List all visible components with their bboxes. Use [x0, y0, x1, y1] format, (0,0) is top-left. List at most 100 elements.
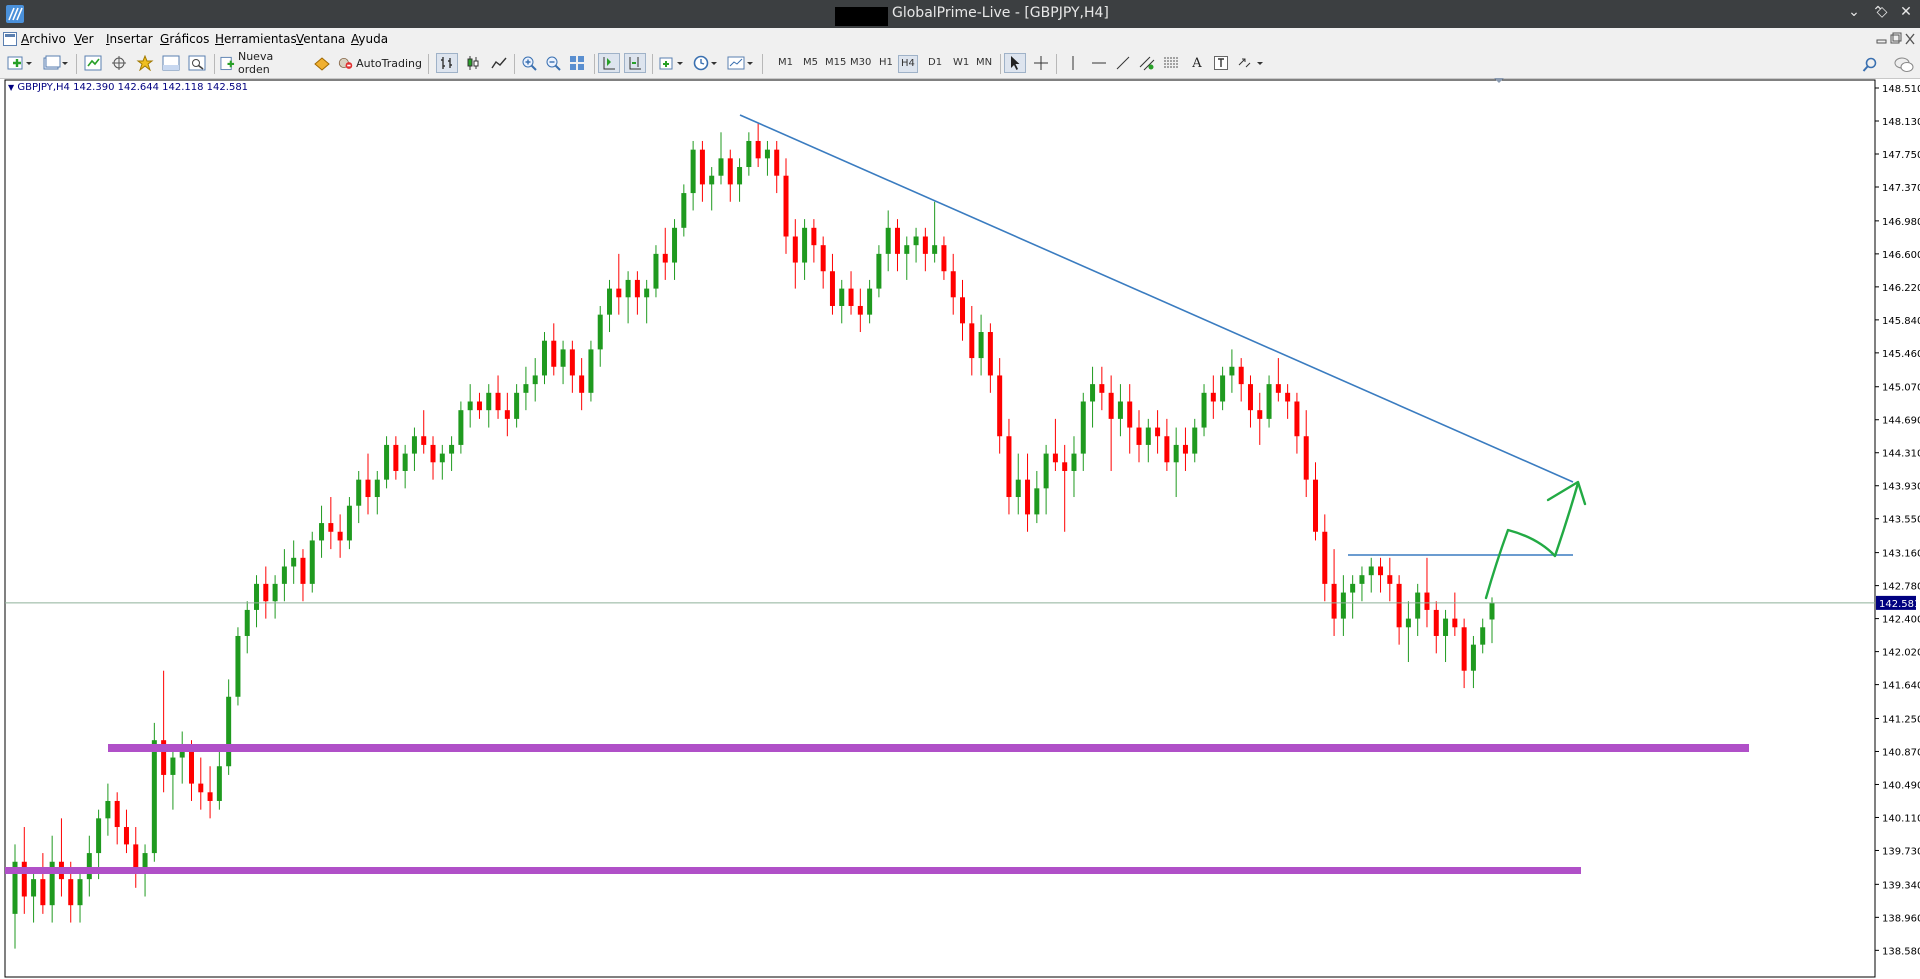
candle [346, 497, 352, 550]
metaeditor-button[interactable] [310, 53, 334, 73]
candlestick-chart-button[interactable] [462, 53, 484, 73]
candle [216, 748, 222, 810]
candle-body [1452, 618, 1458, 628]
timeframe-d1[interactable]: D1 [926, 55, 944, 71]
strategy-tester-button[interactable] [186, 53, 208, 73]
candle [1470, 635, 1476, 689]
candle-body [904, 245, 910, 254]
market-watch-button[interactable] [82, 53, 104, 73]
cursor-tool-button[interactable] [1004, 53, 1026, 73]
bar-chart-button[interactable] [436, 53, 458, 73]
timeframe-mn[interactable]: MN [974, 55, 994, 71]
menu-ver[interactable]: Ver [74, 32, 94, 46]
descending-trendline[interactable] [739, 114, 1574, 483]
candle-body [1192, 427, 1198, 454]
autotrading-button[interactable]: AutoTrading [338, 53, 422, 73]
candle [616, 253, 622, 315]
text-tool[interactable]: A [1186, 53, 1208, 73]
candle [12, 844, 18, 949]
price-chart[interactable]: 148.510 148.130 147.750 147.370 146.980 146.6… [0, 78, 1920, 979]
candle [997, 358, 1003, 454]
timeframe-h1[interactable]: H1 [877, 55, 895, 71]
new-chart-button[interactable] [6, 53, 34, 73]
vertical-line-tool[interactable] [1062, 53, 1084, 73]
candle [161, 670, 167, 793]
chart-shift-button[interactable] [624, 53, 646, 73]
chat-icon[interactable] [1894, 57, 1914, 73]
candle-body [1257, 410, 1263, 419]
new-order-button[interactable]: Nueva orden [220, 50, 304, 76]
timeframe-m30[interactable]: M30 [848, 55, 873, 71]
profiles-button[interactable] [42, 53, 70, 73]
window-title-bar[interactable]: GlobalPrime-Live - [GBPJPY,H4] ⌄ ⌃ ◇ ✕ [0, 0, 1920, 28]
candle-body [1303, 436, 1309, 480]
candle-body [997, 375, 1003, 437]
candle [1350, 575, 1356, 619]
templates-button[interactable] [726, 53, 756, 73]
zoom-in-icon [522, 56, 537, 71]
candle [932, 201, 938, 263]
candle-body [1099, 384, 1105, 393]
timeframe-m1[interactable]: M1 [776, 55, 795, 71]
horizontal-line-tool[interactable] [1088, 53, 1110, 73]
autoscroll-button[interactable] [598, 53, 620, 73]
equidistant-channel-tool[interactable] [1136, 53, 1158, 73]
chart-window-icon[interactable] [3, 32, 17, 46]
menu-insertar[interactable]: Insertar [106, 32, 153, 46]
candle-body [430, 444, 436, 463]
candle [170, 748, 176, 810]
line-chart-button[interactable] [488, 53, 510, 73]
candle-body [746, 140, 752, 168]
candle-body [365, 479, 371, 498]
navigator-button[interactable] [134, 53, 156, 73]
candle [1229, 349, 1235, 393]
projection-arrow[interactable] [1484, 481, 1580, 600]
indicators-button[interactable] [658, 53, 686, 73]
menu-herramientas[interactable]: Herramientas [215, 32, 297, 46]
text-label-tool[interactable] [1210, 53, 1232, 73]
timeframe-m15[interactable]: M15 [823, 55, 848, 71]
timeframe-h4[interactable]: H4 [898, 55, 918, 73]
candle-body [1025, 479, 1031, 515]
zoom-out-button[interactable] [542, 53, 564, 73]
candle-body [1294, 401, 1300, 437]
arrows-tool[interactable] [1236, 53, 1266, 73]
zoom-in-button[interactable] [518, 53, 540, 73]
crosshair-data-button[interactable] [108, 53, 130, 73]
candle-body [1145, 427, 1151, 445]
menu-graficos[interactable]: Gráficos [160, 32, 209, 46]
support-zone-lower[interactable] [5, 867, 1581, 874]
zoom-out-icon [546, 56, 561, 71]
trendline-tool[interactable] [1112, 53, 1134, 73]
price-label: 147.750 [1882, 150, 1920, 161]
menu-ventana[interactable]: Ventana [296, 32, 345, 46]
candle-body [449, 444, 455, 454]
crosshair-tool-button[interactable] [1030, 53, 1052, 73]
text-a-icon: A [1192, 55, 1202, 71]
menu-ayuda[interactable]: Ayuda [351, 32, 388, 46]
candle-body [932, 245, 938, 254]
candle-body [114, 800, 120, 828]
keep-above-button[interactable]: ◇ [1872, 4, 1892, 20]
candle-body [458, 410, 464, 445]
close-window-button[interactable]: ✕ [1896, 4, 1916, 20]
candle [235, 627, 241, 706]
mdi-window-controls[interactable] [1876, 32, 1916, 46]
support-zone-upper[interactable] [108, 744, 1749, 752]
minimize-button[interactable]: ⌄ [1844, 4, 1864, 20]
timeframe-w1[interactable]: W1 [951, 55, 971, 71]
tile-windows-button[interactable] [566, 53, 588, 73]
candle-body [244, 609, 250, 636]
candle [356, 470, 362, 524]
candle [365, 453, 371, 515]
terminal-button[interactable] [160, 53, 182, 73]
candle [328, 497, 334, 550]
chart-window[interactable]: 148.510 148.130 147.750 147.370 146.980 146.6… [0, 78, 1920, 979]
candle-body [123, 827, 129, 845]
search-icon[interactable] [1862, 57, 1878, 73]
price-label: 147.370 [1882, 183, 1920, 194]
timeframe-m5[interactable]: M5 [801, 55, 820, 71]
fibonacci-tool[interactable] [1160, 53, 1182, 73]
menu-archivo[interactable]: Archivo [21, 32, 66, 46]
periods-button[interactable] [692, 53, 720, 73]
